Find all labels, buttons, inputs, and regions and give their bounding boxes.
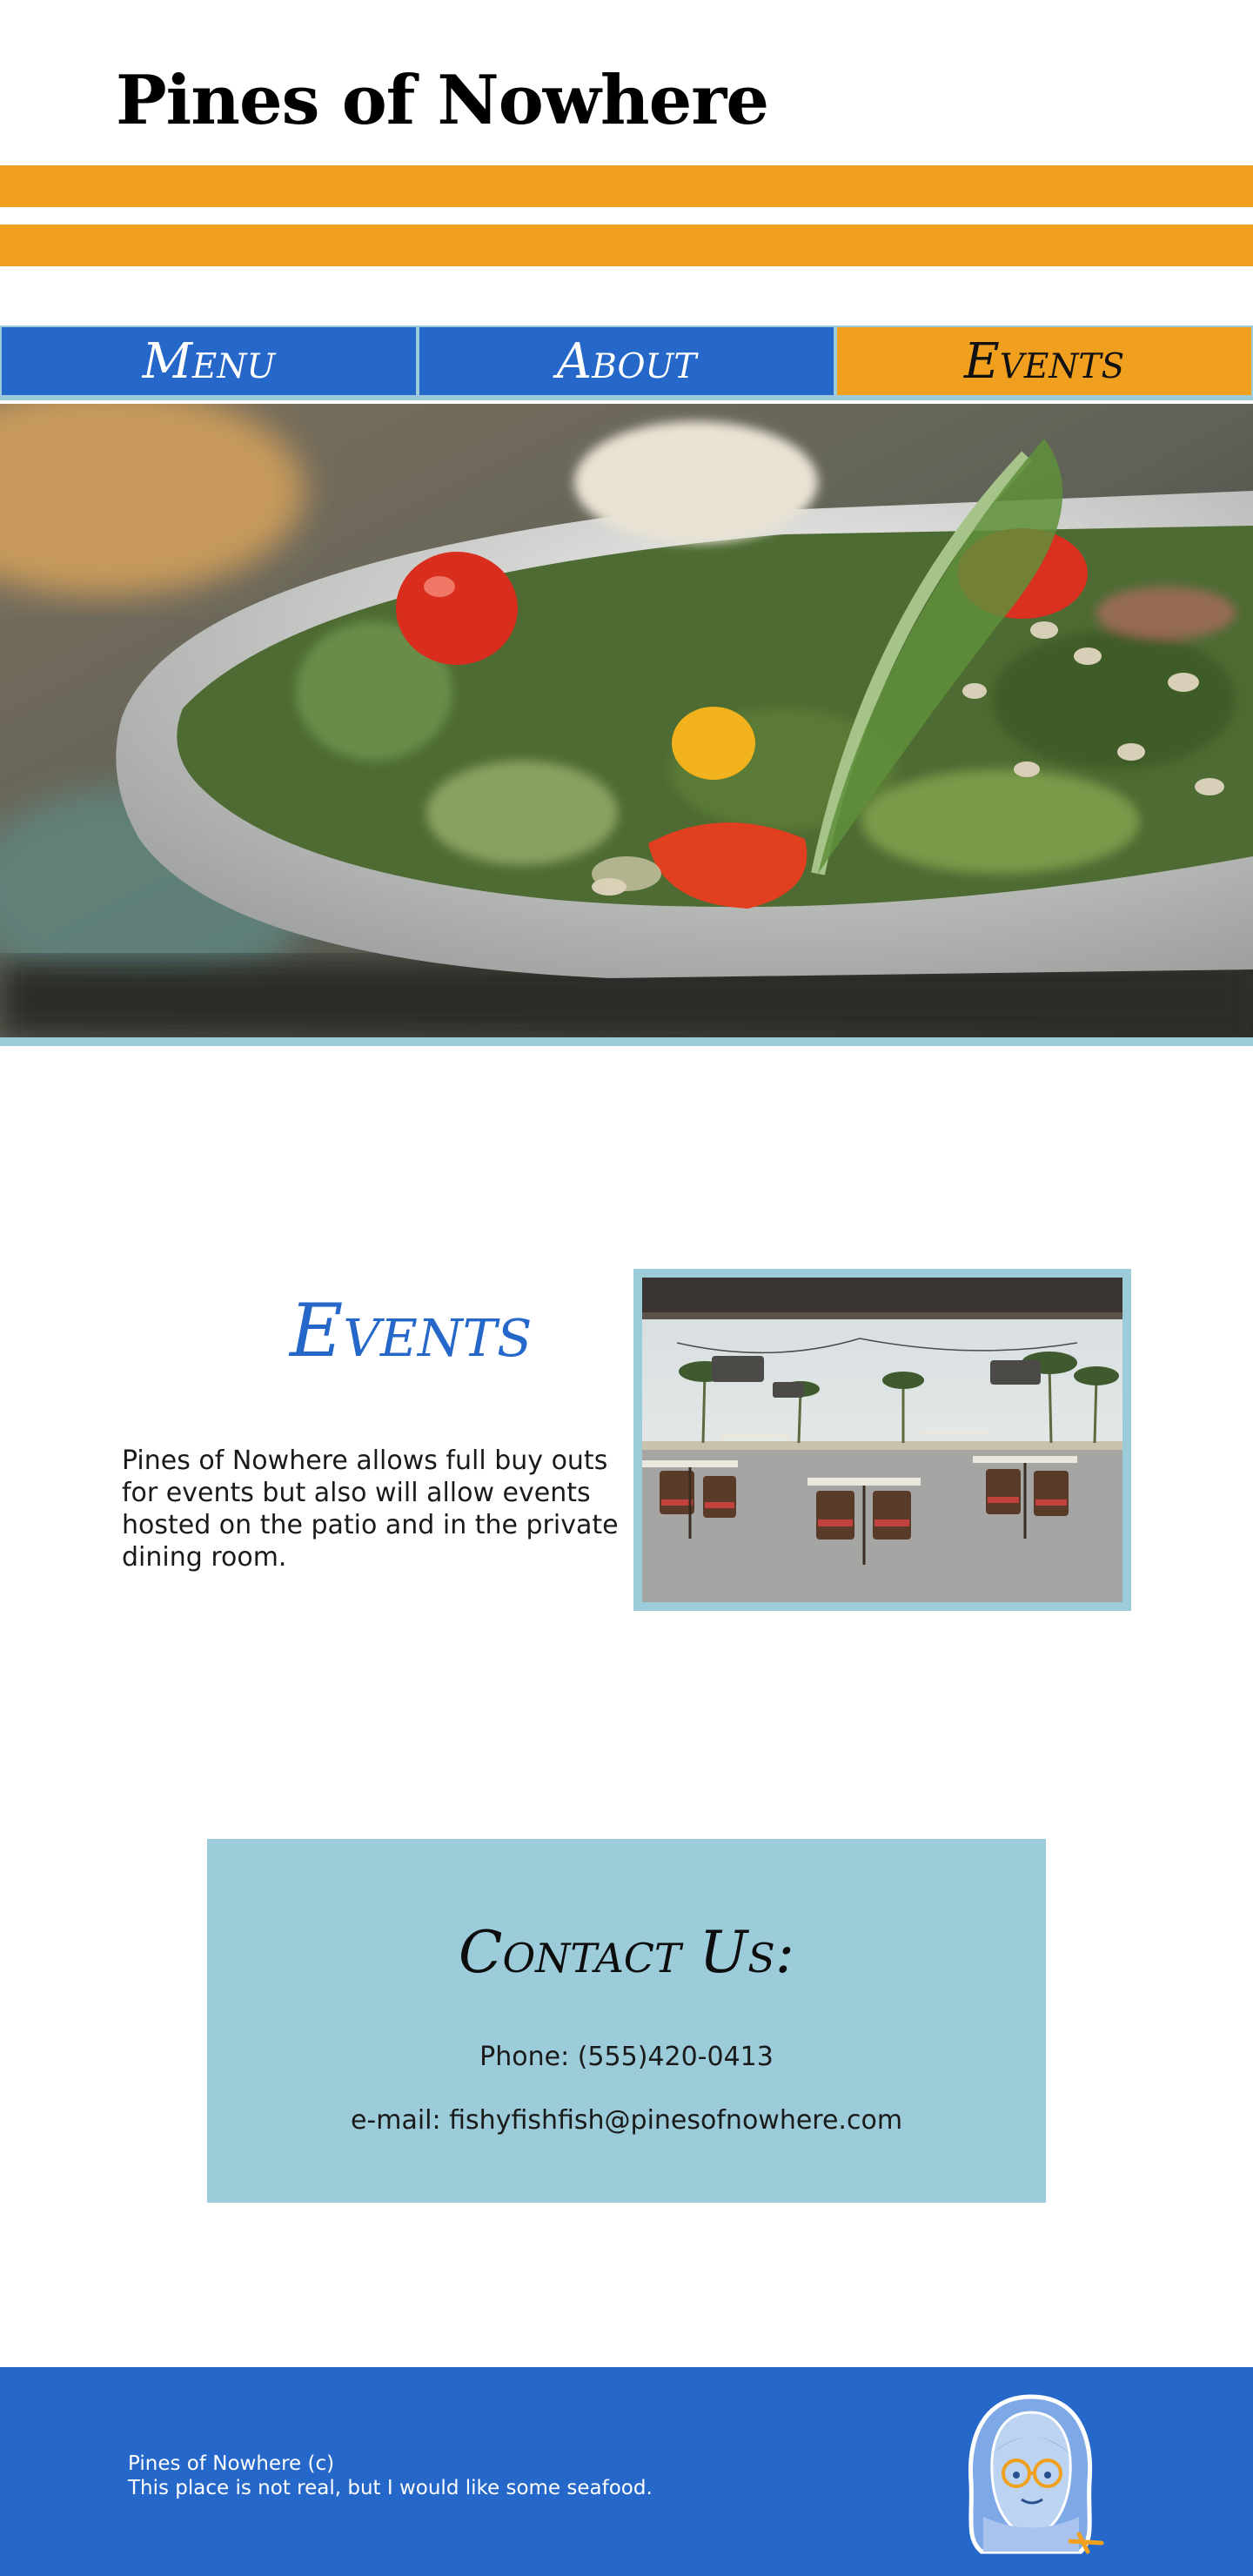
footer-copyright: Pines of Nowhere (c) bbox=[128, 2452, 335, 2475]
contact-heading: Contact Us: bbox=[458, 1919, 795, 1986]
hero-image bbox=[0, 404, 1253, 1046]
footer: Pines of Nowhere (c) This place is not r… bbox=[0, 2367, 1253, 2576]
decorative-stripe-bottom bbox=[0, 225, 1253, 266]
main-nav: Menu About Events bbox=[0, 325, 1253, 400]
nav-about[interactable]: About bbox=[419, 327, 834, 395]
events-image-frame bbox=[633, 1269, 1131, 1611]
patio-dining-photo bbox=[642, 1278, 1122, 1602]
contact-phone: Phone: (555)420-0413 bbox=[479, 2042, 774, 2072]
events-heading: Events bbox=[290, 1288, 533, 1373]
events-description: Pines of Nowhere allows full buy outs fo… bbox=[122, 1446, 619, 1573]
salad-bowl-photo bbox=[0, 404, 1253, 1037]
mascot-illustration bbox=[968, 2394, 1104, 2554]
footer-tagline: This place is not real, but I would like… bbox=[128, 2477, 653, 2499]
site-title: Pines of Nowhere bbox=[116, 61, 769, 140]
decorative-stripe-top bbox=[0, 165, 1253, 207]
contact-box: Contact Us: Phone: (555)420-0413 e-mail:… bbox=[207, 1839, 1046, 2203]
nav-events[interactable]: Events bbox=[837, 327, 1251, 395]
contact-email: e-mail: fishyfishfish@pinesofnowhere.com bbox=[350, 2105, 903, 2136]
nav-menu[interactable]: Menu bbox=[2, 327, 416, 395]
